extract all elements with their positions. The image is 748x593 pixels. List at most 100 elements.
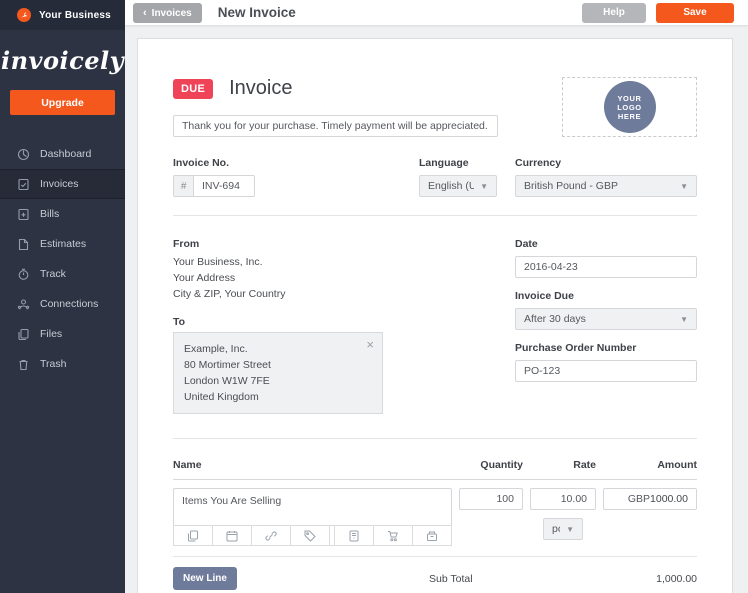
quantity-input[interactable] [459,488,523,510]
from-label: From [173,238,200,250]
section-divider [173,215,697,216]
unit-select[interactable]: pc ▼ [543,518,583,540]
language-label: Language [419,157,469,169]
chevron-down-icon: ▼ [680,181,688,191]
to-line: United Kingdom [184,391,259,403]
track-icon [17,268,40,281]
number-prefix: # [173,175,193,197]
subtotal-value: 1,000.00 [656,573,697,585]
amount-value: 1000.00 [650,493,688,505]
name-column-header: Name [173,459,202,471]
sidebar-item-files[interactable]: Files [0,319,125,349]
sidebar-item-bills[interactable]: Bills [0,199,125,229]
estimates-icon [17,238,40,251]
sidebar-item-label: Dashboard [40,148,92,160]
rate-input[interactable] [530,488,596,510]
invoices-icon [17,178,40,191]
sidebar-item-estimates[interactable]: Estimates [0,229,125,259]
item-row: Items You Are Selling 100 10.00 p ▼ GBP … [173,488,697,546]
sidebar-nav: Dashboard Invoices Bills Estimates Track… [0,139,125,379]
sidebar-item-label: Track [40,268,66,280]
date-input[interactable] [515,256,697,278]
close-icon[interactable]: × [366,338,374,351]
files-icon [17,328,40,341]
status-badge: DUE [173,78,214,99]
cart-icon[interactable] [373,525,413,546]
main-content: DUE Invoice YOUR LOGO HERE Invoice No. [125,25,748,593]
invoice-due-label: Invoice Due [515,290,574,302]
subtotal-label: Sub Total [429,573,473,585]
date-label: Date [515,238,538,250]
to-line: 80 Mortimer Street [184,359,271,371]
link-icon[interactable] [251,525,291,546]
upgrade-button[interactable]: Upgrade [10,90,115,115]
sidebar-item-connections[interactable]: Connections [0,289,125,319]
invoice-header: DUE Invoice YOUR LOGO HERE [173,77,697,137]
item-name-textarea[interactable]: Items You Are Selling [173,488,452,526]
sidebar-item-trash[interactable]: Trash [0,349,125,379]
item-toolbar [173,525,452,546]
help-button[interactable]: Help [582,2,646,23]
sidebar-item-label: Trash [40,358,67,370]
topbar: ‹ Invoices New Invoice Help Save [125,0,748,25]
your-logo-here-icon: YOUR LOGO HERE [603,81,656,133]
business-logo-icon [17,8,31,22]
app-window: Your Business invoicely Upgrade Dashboar… [0,0,748,593]
connections-icon [17,298,40,311]
chevron-left-icon: ‹ [143,6,147,19]
to-line: London W1W 7FE [184,375,270,387]
sidebar-item-label: Bills [40,208,60,220]
page-title: New Invoice [217,5,296,20]
po-number-input[interactable] [515,360,697,382]
section-divider [173,438,697,439]
trash-icon [17,358,40,371]
invoice-note-input[interactable] [173,115,498,137]
to-line: Example, Inc. [184,343,248,355]
invoice-title: Invoice [229,77,293,99]
sidebar-item-label: Files [40,328,63,340]
currency-select[interactable]: British Pound - GBP ▼ [515,175,697,197]
sidebar-item-track[interactable]: Track [0,259,125,289]
section-divider [173,556,697,557]
to-label: To [173,316,186,328]
invoice-no-input[interactable] [193,175,255,197]
chevron-down-icon: ▼ [566,524,574,534]
business-switcher[interactable]: Your Business [0,0,125,30]
sidebar-item-label: Estimates [40,238,87,250]
sidebar-item-label: Invoices [40,178,79,190]
sidebar: Your Business invoicely Upgrade Dashboar… [0,0,125,593]
totals-block: Sub Total 1,000.00 × 200.00 [419,567,697,593]
calendar-icon[interactable] [212,525,252,546]
new-line-button[interactable]: New Line [173,567,237,590]
receipt-icon[interactable] [334,525,374,546]
rate-column-header: Rate [573,459,596,471]
sidebar-item-label: Connections [40,298,99,310]
back-to-invoices-button[interactable]: ‹ Invoices [133,2,202,23]
amount-display: GBP 1000.00 [603,488,697,510]
sidebar-item-invoices[interactable]: Invoices [0,169,125,199]
currency-label: Currency [515,157,562,169]
invoicely-logo: invoicely [0,46,125,75]
save-button[interactable]: Save [656,2,734,23]
business-name: Your Business [39,9,111,21]
po-number-label: Purchase Order Number [515,342,637,354]
items-table-header: Name Quantity Rate Amount [173,459,697,480]
from-line: Your Address [173,272,236,284]
bills-icon [17,208,40,221]
archive-icon[interactable] [412,525,452,546]
to-address-box[interactable]: × Example, Inc. 80 Mortimer Street Londo… [173,332,383,414]
address-section: From Your Business, Inc. Your Address Ci… [173,238,697,414]
tag-icon[interactable] [290,525,330,546]
sidebar-item-dashboard[interactable]: Dashboard [0,139,125,169]
from-line: Your Business, Inc. [173,256,263,268]
invoice-no-label: Invoice No. [173,157,230,169]
logo-upload-placeholder[interactable]: YOUR LOGO HERE [562,77,697,137]
invoice-card: DUE Invoice YOUR LOGO HERE Invoice No. [137,38,733,593]
language-select[interactable]: English (US) ▼ [419,175,497,197]
quantity-column-header: Quantity [480,459,523,471]
dashboard-icon [17,148,40,161]
invoice-due-select[interactable]: After 30 days ▼ [515,308,697,330]
duplicate-icon[interactable] [173,525,213,546]
invoice-footer: New Line Sub Total 1,000.00 × 200.00 [173,567,697,593]
amount-column-header: Amount [657,459,697,471]
